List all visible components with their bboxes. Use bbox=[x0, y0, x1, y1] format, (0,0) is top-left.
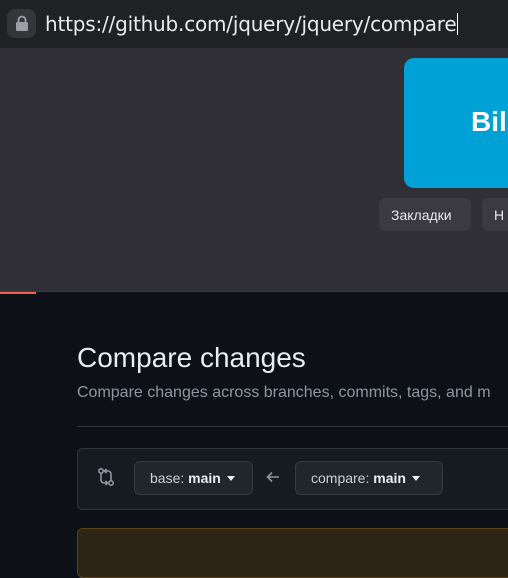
chevron-down-icon bbox=[411, 476, 420, 481]
bookmarks-chip-label: Закладки bbox=[391, 206, 452, 223]
bookmarks-chip[interactable]: Закладки bbox=[379, 198, 471, 231]
compare-branch-value: main bbox=[373, 470, 406, 486]
history-chip[interactable]: Н bbox=[482, 198, 508, 231]
base-branch-value: main bbox=[188, 470, 221, 486]
history-chip-label: Н bbox=[494, 206, 505, 223]
url-input[interactable]: https://github.com/jquery/jquery/compare bbox=[45, 12, 459, 36]
omnibox-dropdown: Bili Закладки Н bbox=[0, 48, 508, 292]
compare-branch-button[interactable]: compare: main bbox=[295, 461, 443, 495]
base-branch-prefix: base: bbox=[150, 470, 185, 486]
divider bbox=[77, 426, 508, 427]
arrow-left-icon bbox=[266, 471, 279, 483]
url-text: https://github.com/jquery/jquery/compare bbox=[45, 12, 457, 36]
lock-icon bbox=[15, 15, 28, 31]
base-branch-button[interactable]: base: main bbox=[134, 461, 253, 495]
page-subtitle: Compare changes across branches, commits… bbox=[77, 384, 491, 401]
address-bar: https://github.com/jquery/jquery/compare bbox=[0, 0, 508, 48]
chevron-down-icon bbox=[226, 476, 235, 481]
loading-indicator bbox=[0, 292, 36, 294]
shortcut-tile-label: Bili bbox=[471, 106, 508, 137]
compare-branch-prefix: compare: bbox=[311, 470, 370, 486]
notice-banner bbox=[77, 528, 508, 578]
page-title: Compare changes bbox=[77, 342, 306, 373]
git-compare-icon bbox=[97, 467, 115, 487]
text-caret bbox=[457, 13, 459, 35]
shortcut-tile[interactable]: Bili bbox=[404, 58, 508, 188]
site-info-button[interactable] bbox=[7, 9, 36, 38]
